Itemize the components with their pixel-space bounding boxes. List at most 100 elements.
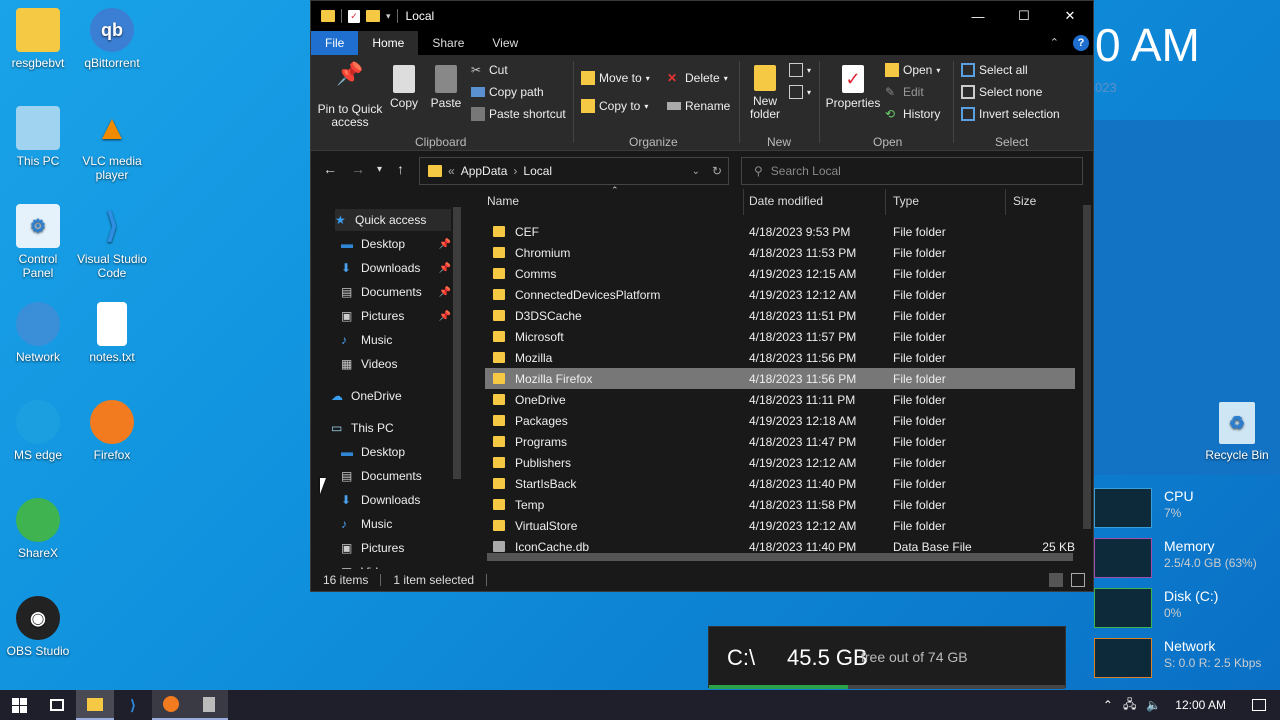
properties-qa-icon[interactable]: ✓ (348, 9, 360, 23)
file-row[interactable]: Mozilla Firefox 4/18/2023 11:56 PM File fo… (485, 368, 1075, 389)
file-row[interactable]: CEF 4/18/2023 9:53 PM File folder (485, 221, 1075, 242)
nav-item[interactable]: ▦ Videos (341, 353, 451, 375)
select-none-button[interactable]: Select none (961, 83, 1042, 101)
network-tray-icon[interactable]: 🖧 (1123, 695, 1136, 716)
tab-file[interactable]: File (311, 31, 359, 55)
address-dropdown-icon[interactable]: ⌄ (692, 166, 700, 177)
address-overflow[interactable]: « (448, 164, 455, 178)
file-row[interactable]: Temp 4/18/2023 11:58 PM File folder (485, 494, 1075, 515)
nav-scrollbar[interactable] (453, 207, 461, 479)
refresh-icon[interactable]: ↻ (712, 164, 722, 178)
properties-button[interactable]: ✓ Properties (825, 65, 881, 110)
title-bar[interactable]: ✓ ▾ Local — ☐ ✕ (311, 1, 1093, 31)
details-view-icon[interactable] (1049, 573, 1063, 587)
list-scrollbar[interactable] (1083, 205, 1091, 529)
desktop-icon-qbittorrent[interactable]: qb qBittorrent (76, 8, 148, 70)
desktop-icon-user-folder[interactable]: resgbebvt (2, 8, 74, 70)
desktop-icon-edge[interactable]: MS edge (2, 400, 74, 462)
paste-shortcut-button[interactable]: Paste shortcut (471, 105, 566, 123)
show-hidden-icon[interactable]: ⌃ (1103, 698, 1113, 712)
volume-icon[interactable]: 🔈 (1146, 698, 1161, 712)
file-row[interactable]: Packages 4/19/2023 12:18 AM File folder (485, 410, 1075, 431)
cut-button[interactable]: ✂ Cut (471, 61, 508, 79)
list-hscrollbar[interactable] (487, 553, 1073, 561)
start-button[interactable] (0, 690, 38, 720)
qa-dropdown-icon[interactable]: ▾ (386, 11, 391, 22)
taskbar-explorer[interactable] (76, 690, 114, 720)
desktop-icon-network[interactable]: Network (2, 302, 74, 364)
file-row[interactable]: D3DSCache 4/18/2023 11:51 PM File folder (485, 305, 1075, 326)
desktop-icon-firefox[interactable]: Firefox (76, 400, 148, 462)
file-row[interactable]: Microsoft 4/18/2023 11:57 PM File folder (485, 326, 1075, 347)
desktop-icon-sharex[interactable]: ShareX (2, 498, 74, 560)
search-input[interactable]: ⚲ Search Local (741, 157, 1083, 185)
up-arrow-icon[interactable]: ↑ (397, 161, 404, 177)
invert-selection-button[interactable]: Invert selection (961, 105, 1060, 123)
help-icon[interactable]: ? (1073, 35, 1089, 51)
tab-share[interactable]: Share (418, 31, 478, 55)
column-size[interactable]: Size (1013, 194, 1036, 208)
copy-path-button[interactable]: Copy path (471, 83, 544, 101)
taskbar-vscode[interactable]: ⟩ (114, 690, 152, 720)
notifications-icon[interactable] (1252, 699, 1266, 711)
new-folder-qa-icon[interactable] (366, 10, 380, 22)
nav-item[interactable]: ▭ This PC (331, 417, 451, 439)
file-row[interactable]: Chromium 4/18/2023 11:53 PM File folder (485, 242, 1075, 263)
breadcrumb-appdata[interactable]: AppData (461, 164, 508, 178)
easy-access-button[interactable]: ▾ (789, 83, 811, 101)
nav-item[interactable]: ▣ Pictures 📌 (341, 305, 451, 327)
taskbar-notepad[interactable] (190, 690, 228, 720)
rename-button[interactable]: Rename (667, 97, 730, 115)
desktop-icon-vlc[interactable]: ▲ VLC media player (76, 106, 148, 182)
file-row[interactable]: Publishers 4/19/2023 12:12 AM File folder (485, 452, 1075, 473)
file-row[interactable]: Programs 4/18/2023 11:47 PM File folder (485, 431, 1075, 452)
open-button[interactable]: Open ▾ (885, 61, 940, 79)
edit-button[interactable]: ✎ Edit (885, 83, 924, 101)
copy-to-button[interactable]: Copy to ▾ (581, 97, 648, 115)
file-row[interactable]: Mozilla 4/18/2023 11:56 PM File folder (485, 347, 1075, 368)
recycle-bin[interactable]: ♻ Recycle Bin (1200, 402, 1274, 462)
recent-dropdown-icon[interactable]: ▾ (377, 164, 382, 175)
taskbar-firefox[interactable] (152, 690, 190, 720)
desktop-icon-notes[interactable]: notes.txt (76, 302, 148, 364)
desktop-icon-control-panel[interactable]: ⚙ Control Panel (2, 204, 74, 280)
forward-arrow-icon[interactable]: → (351, 161, 365, 177)
nav-item[interactable]: ▤ Documents 📌 (341, 281, 451, 303)
nav-item[interactable]: ☁ OneDrive (331, 385, 451, 407)
tab-home[interactable]: Home (358, 31, 419, 55)
column-date-modified[interactable]: Date modified (749, 194, 823, 208)
address-box[interactable]: « AppData › Local ⌄ ↻ (419, 157, 729, 185)
nav-item[interactable]: ▬ Desktop 📌 (341, 233, 451, 255)
large-icons-view-icon[interactable] (1071, 573, 1085, 587)
nav-item[interactable]: ⬇ Downloads (341, 489, 451, 511)
file-row[interactable]: StartIsBack 4/18/2023 11:40 PM File folder (485, 473, 1075, 494)
file-row[interactable]: Comms 4/19/2023 12:15 AM File folder (485, 263, 1075, 284)
nav-item[interactable]: ▤ Documents (341, 465, 451, 487)
paste-button[interactable]: Paste (429, 65, 463, 110)
select-all-button[interactable]: Select all (961, 61, 1028, 79)
copy-button[interactable]: Copy (387, 65, 421, 110)
move-to-button[interactable]: Move to ▾ (581, 69, 650, 87)
breadcrumb-local[interactable]: Local (523, 164, 552, 178)
back-arrow-icon[interactable]: ← (323, 161, 337, 177)
minimize-button[interactable]: — (955, 1, 1001, 31)
nav-item[interactable]: ▣ Pictures (341, 537, 451, 559)
taskbar-clock[interactable]: 12:00 AM (1175, 698, 1226, 712)
nav-item[interactable]: ♪ Music (341, 513, 451, 535)
file-row[interactable]: ConnectedDevicesPlatform 4/19/2023 12:12 … (485, 284, 1075, 305)
delete-button[interactable]: ✕ Delete ▾ (667, 69, 728, 87)
nav-item[interactable]: ⬇ Downloads 📌 (341, 257, 451, 279)
task-view-button[interactable] (38, 690, 76, 720)
file-row[interactable]: VirtualStore 4/19/2023 12:12 AM File folde… (485, 515, 1075, 536)
close-button[interactable]: ✕ (1047, 1, 1093, 31)
column-name[interactable]: Name (487, 194, 519, 208)
desktop-icon-this-pc[interactable]: This PC (2, 106, 74, 168)
new-folder-button[interactable]: New folder (745, 65, 785, 121)
collapse-ribbon-icon[interactable]: ⌃ (1050, 36, 1059, 49)
pin-quick-access-button[interactable]: 📌 Pin to Quick access (317, 63, 383, 129)
nav-item[interactable]: ★ Quick access (335, 209, 451, 231)
nav-item[interactable]: ♪ Music (341, 329, 451, 351)
tab-view[interactable]: View (478, 31, 532, 55)
maximize-button[interactable]: ☐ (1001, 1, 1047, 31)
nav-item[interactable]: ▬ Desktop (341, 441, 451, 463)
